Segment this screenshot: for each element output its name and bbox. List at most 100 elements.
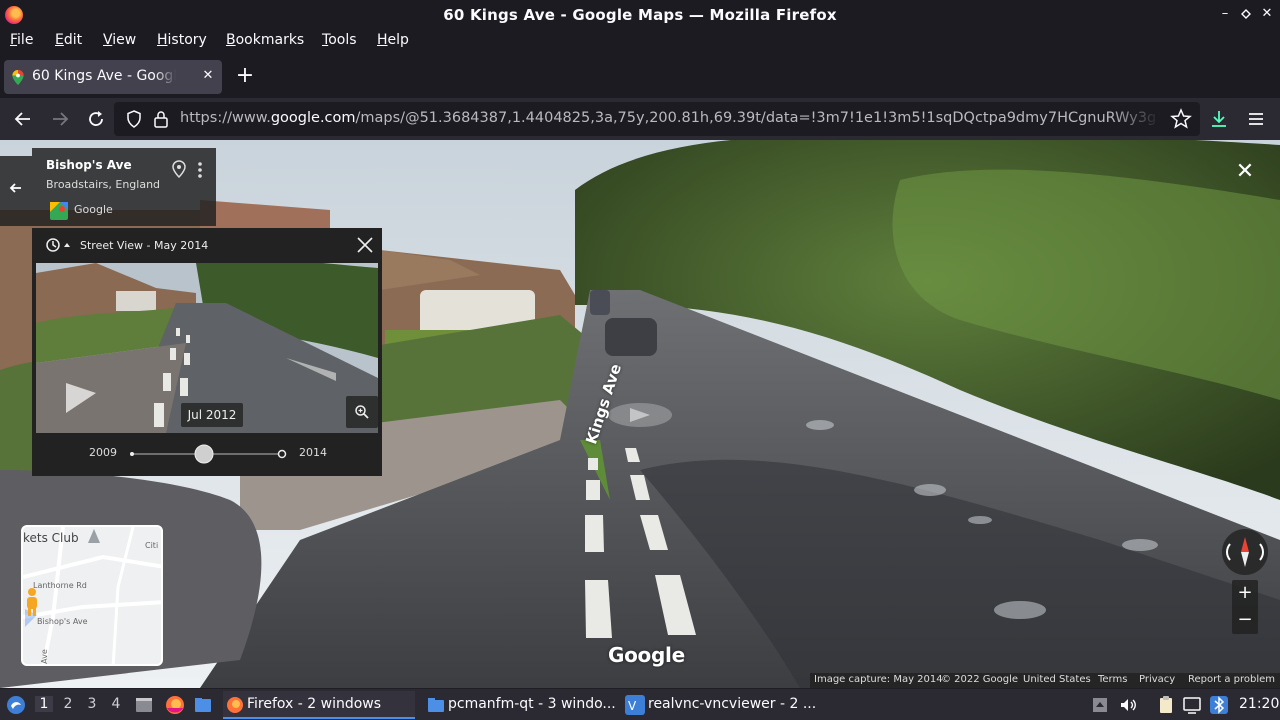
compass-control[interactable]: [1222, 529, 1268, 575]
tab-close-icon[interactable]: ✕: [200, 68, 216, 84]
back-button[interactable]: [0, 156, 32, 226]
workspace-3[interactable]: 3: [83, 696, 101, 712]
menu-edit[interactable]: Edit: [55, 32, 82, 48]
volume-icon[interactable]: [1118, 695, 1138, 715]
google-maps-favicon-icon: [12, 70, 24, 85]
menu-bar: File Edit View History Bookmarks Tools H…: [0, 30, 1280, 54]
timeline-slider[interactable]: [128, 442, 288, 466]
shield-icon[interactable]: [124, 109, 144, 129]
address-panel: Bishop's Ave Broadstairs, England Google: [32, 148, 216, 226]
minimap-label-club: kets Club: [23, 531, 79, 545]
tray-up-icon[interactable]: [1090, 695, 1110, 715]
bookmark-star-icon[interactable]: [1169, 107, 1193, 131]
map-footer: Image capture: May 2014 © 2022 Google Un…: [810, 673, 1280, 688]
timeline-title: Street View - May 2014: [80, 239, 209, 252]
clipboard-icon[interactable]: [1156, 695, 1176, 715]
timeline-preview-image[interactable]: Jul 2012: [36, 263, 378, 433]
minimap-label-citi: Citi: [145, 541, 159, 550]
workspace-1[interactable]: 1: [35, 696, 53, 712]
url-text[interactable]: https://www.google.com/maps/@51.3684387,…: [180, 110, 1160, 126]
folder-icon: [428, 698, 444, 712]
minimize-icon[interactable]: –: [1216, 5, 1234, 23]
city-name: Broadstairs, England: [46, 178, 161, 191]
minimap-label-lanthorne: Lanthorne Rd: [33, 581, 87, 590]
tab-google-maps[interactable]: 60 Kings Ave - Google Maps ✕: [4, 60, 222, 94]
window-title: 60 Kings Ave - Google Maps — Mozilla Fir…: [443, 6, 837, 24]
image-capture-date: Image capture: May 2014: [814, 674, 943, 685]
file-manager-launcher-icon[interactable]: [193, 695, 213, 715]
svg-text:V: V: [628, 699, 637, 713]
lock-icon[interactable]: [152, 109, 170, 129]
navigation-toolbar: https://www.google.com/maps/@51.3684387,…: [0, 98, 1280, 140]
hamburger-menu-icon[interactable]: [1244, 107, 1268, 131]
menu-file[interactable]: File: [10, 32, 33, 48]
tab-strip: 60 Kings Ave - Google Maps ✕ +: [0, 56, 1280, 98]
region-link[interactable]: United States: [1023, 674, 1091, 685]
minimap-label-ave: Ave: [39, 649, 49, 664]
display-icon[interactable]: [1182, 695, 1202, 715]
taskbar: 1 2 3 4 Firefox - 2 windows pcmanfm-qt -…: [0, 688, 1280, 720]
taskbar-firefox-label: Firefox - 2 windows: [247, 696, 382, 712]
zoom-in-button[interactable]: +: [1232, 580, 1258, 606]
report-problem-link[interactable]: Report a problem: [1188, 674, 1275, 685]
show-desktop-icon[interactable]: [134, 695, 154, 715]
url-bar[interactable]: https://www.google.com/maps/@51.3684387,…: [114, 102, 1200, 136]
pegman-icon[interactable]: [24, 587, 40, 617]
firefox-launcher-icon[interactable]: [164, 694, 186, 716]
street-name: Bishop's Ave: [46, 158, 132, 172]
more-options-icon[interactable]: [194, 161, 206, 179]
terms-link[interactable]: Terms: [1098, 674, 1127, 685]
minimap-label-bishops: Bishop's Ave: [37, 617, 88, 626]
menu-history[interactable]: History: [157, 32, 207, 48]
close-window-icon[interactable]: ✕: [1258, 5, 1276, 23]
timeline-start-year: 2009: [89, 446, 117, 459]
menu-help[interactable]: Help: [377, 32, 409, 48]
address-card: Bishop's Ave Broadstairs, England Google: [0, 148, 216, 226]
google-maps-logo-icon: [50, 202, 68, 220]
minimap-roads: [23, 527, 161, 664]
taskbar-firefox[interactable]: Firefox - 2 windows: [223, 691, 415, 719]
close-street-view-icon[interactable]: ✕: [1235, 161, 1255, 183]
bluetooth-icon[interactable]: [1209, 695, 1229, 715]
tab-title: 60 Kings Ave - Google Maps: [32, 68, 176, 84]
forward-arrow-icon[interactable]: [48, 107, 72, 131]
back-arrow-icon[interactable]: [8, 180, 24, 196]
back-arrow-icon[interactable]: [11, 107, 35, 131]
history-clock-icon[interactable]: [44, 236, 72, 254]
map-pin-icon[interactable]: [172, 160, 186, 178]
taskbar-pcmanfm-label: pcmanfm-qt - 3 windo...: [448, 696, 616, 712]
new-tab-button[interactable]: +: [233, 65, 257, 89]
menu-view[interactable]: View: [103, 32, 136, 48]
workspace-2[interactable]: 2: [59, 696, 77, 712]
reload-icon[interactable]: [84, 107, 108, 131]
zoom-control: + −: [1232, 580, 1258, 634]
provider-label: Google: [74, 203, 113, 216]
magnifier-plus-icon: [355, 405, 369, 419]
download-icon[interactable]: [1207, 107, 1231, 131]
copyright: © 2022 Google: [941, 674, 1019, 685]
taskbar-pcmanfm[interactable]: pcmanfm-qt - 3 windo...: [424, 691, 616, 719]
minimap[interactable]: kets Club Lanthorne Rd Bishop's Ave Citi…: [21, 525, 163, 666]
vnc-viewer-icon: V: [625, 695, 645, 715]
street-view-viewport[interactable]: Kings Ave Bishop's Ave Broadstairs, Engl…: [0, 140, 1280, 688]
timeline-slider-thumb[interactable]: [194, 444, 214, 464]
selected-date-tag: Jul 2012: [181, 403, 243, 427]
window-titlebar: 60 Kings Ave - Google Maps — Mozilla Fir…: [0, 0, 1280, 30]
taskbar-vncviewer[interactable]: V realvnc-vncviewer - 2 ...: [624, 691, 816, 719]
close-timeline-icon[interactable]: [356, 236, 374, 254]
firefox-icon: [227, 697, 243, 713]
timeline-end-year: 2014: [299, 446, 327, 459]
zoom-out-button[interactable]: −: [1232, 607, 1258, 633]
start-menu-icon[interactable]: [5, 694, 27, 716]
maximize-icon[interactable]: [1237, 5, 1255, 23]
privacy-link[interactable]: Privacy: [1139, 674, 1175, 685]
street-view-timeline: Street View - May 2014 Jul 2012 2009 201…: [32, 228, 382, 476]
compass-icon: [1226, 537, 1264, 567]
preview-zoom-button[interactable]: [346, 396, 378, 428]
taskbar-vncviewer-label: realvnc-vncviewer - 2 ...: [648, 696, 816, 712]
clock: 21:20: [1239, 696, 1280, 712]
workspace-4[interactable]: 4: [107, 696, 125, 712]
menu-bookmarks[interactable]: Bookmarks: [226, 32, 304, 48]
google-watermark: Google: [608, 643, 685, 667]
menu-tools[interactable]: Tools: [322, 32, 357, 48]
